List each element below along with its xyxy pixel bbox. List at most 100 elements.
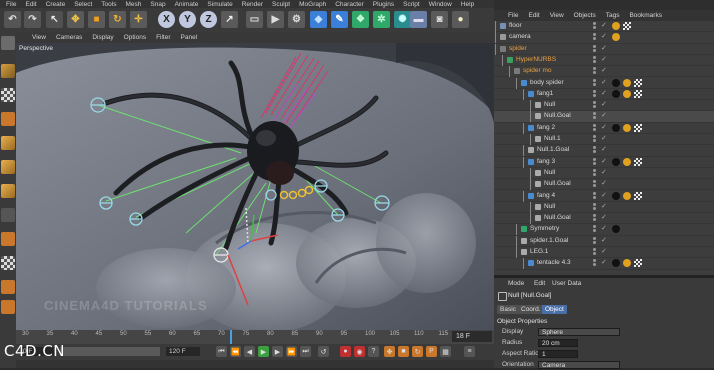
polygons-mode-icon[interactable] — [1, 184, 15, 198]
3d-viewport[interactable]: Perspective CINEMA4D TUTORIALS — [16, 43, 494, 330]
menu-tools[interactable]: Tools — [101, 1, 116, 8]
object-row[interactable]: Null ✓ — [494, 201, 714, 214]
object-row[interactable]: Null.Goal ✓ — [494, 213, 714, 225]
object-row[interactable]: fang 2 ✓ — [494, 122, 714, 134]
menu-render[interactable]: Render — [242, 1, 263, 8]
enable-check-icon[interactable]: ✓ — [601, 21, 607, 29]
object-row[interactable]: LEG.1 ✓ — [494, 247, 714, 259]
enable-check-icon[interactable]: ✓ — [601, 89, 607, 97]
attr-menu-mode[interactable]: Mode — [508, 280, 524, 287]
enable-check-icon[interactable]: ✓ — [601, 100, 607, 108]
radius-field[interactable]: 20 cm — [538, 339, 578, 347]
object-row[interactable]: spider mo ✓ — [494, 66, 714, 78]
phong-tag-icon[interactable] — [623, 191, 631, 200]
texture-tag-icon[interactable] — [634, 157, 642, 166]
nurbs-icon[interactable]: ❖ — [352, 11, 369, 28]
object-name[interactable]: floor — [509, 22, 522, 29]
lock-workplane-icon[interactable] — [1, 280, 15, 294]
viewport-menu-panel[interactable]: Panel — [181, 34, 198, 41]
enable-check-icon[interactable]: ✓ — [601, 44, 607, 52]
enable-check-icon[interactable]: ✓ — [601, 191, 607, 199]
texture-tag-icon[interactable] — [623, 22, 631, 30]
menu-character[interactable]: Character — [335, 1, 364, 8]
visibility-dots[interactable] — [593, 89, 598, 98]
recent-tool-icon[interactable]: ✛ — [130, 11, 147, 28]
planar-workplane-icon[interactable] — [1, 300, 15, 314]
make-editable-icon[interactable] — [1, 36, 15, 50]
object-row[interactable]: Null.1.Goal ✓ — [494, 145, 714, 157]
visibility-dots[interactable] — [593, 202, 598, 211]
display-select[interactable]: Sphere — [538, 328, 620, 336]
visibility-dots[interactable] — [593, 67, 598, 75]
visibility-dots[interactable] — [593, 168, 598, 177]
menu-help[interactable]: Help — [461, 1, 474, 8]
object-name[interactable]: camera — [509, 33, 531, 40]
z-axis-icon[interactable]: Z — [200, 11, 217, 28]
menu-edit[interactable]: Edit — [25, 1, 36, 8]
enable-check-icon[interactable]: ✓ — [601, 134, 607, 142]
visibility-dots[interactable] — [593, 248, 598, 256]
object-row[interactable]: camera ✓ — [494, 32, 714, 44]
object-name[interactable]: spider.1.Goal — [530, 237, 568, 244]
menu-select[interactable]: Select — [74, 1, 92, 8]
enable-check-icon[interactable]: ✓ — [601, 258, 607, 266]
render-view-icon[interactable]: ▶ — [267, 11, 284, 28]
enable-check-icon[interactable]: ✓ — [601, 179, 607, 187]
model-mode-icon[interactable] — [1, 64, 15, 78]
visibility-dots[interactable] — [593, 78, 598, 87]
phong-tag-icon[interactable] — [623, 78, 631, 87]
timeline-cursor[interactable] — [230, 330, 232, 344]
enable-check-icon[interactable]: ✓ — [601, 157, 607, 165]
visibility-dots[interactable] — [593, 236, 598, 245]
viewport-menu-filter[interactable]: Filter — [156, 34, 170, 41]
floor-icon[interactable]: ▬ — [410, 11, 427, 28]
record-scale-icon[interactable]: ■ — [398, 346, 409, 357]
object-name[interactable]: fang1 — [537, 90, 553, 97]
visibility-dots[interactable] — [593, 123, 598, 132]
menu-create[interactable]: Create — [46, 1, 66, 8]
enable-check-icon[interactable]: ✓ — [601, 145, 607, 153]
object-row[interactable]: Null.Goal ✓ — [494, 179, 714, 191]
object-menu-view[interactable]: View — [550, 12, 564, 19]
play-icon[interactable]: ▶ — [258, 346, 269, 357]
visibility-dots[interactable] — [593, 44, 598, 53]
object-name[interactable]: Null — [544, 203, 555, 210]
visibility-dots[interactable] — [593, 33, 598, 41]
texture-mode-icon[interactable] — [1, 88, 15, 102]
visibility-dots[interactable] — [593, 225, 598, 233]
record-pla-icon[interactable]: ▦ — [440, 346, 451, 357]
next-key-icon[interactable]: ⏩ — [286, 346, 297, 357]
visibility-dots[interactable] — [593, 55, 598, 64]
texture-tag-icon[interactable] — [634, 78, 642, 87]
prev-frame-icon[interactable]: ◀ — [244, 346, 255, 357]
goto-end-icon[interactable]: ⏭ — [300, 346, 311, 357]
object-name[interactable]: Null.Goal — [544, 180, 571, 187]
visibility-dots[interactable] — [593, 135, 598, 143]
texture-tag-icon[interactable] — [634, 259, 642, 268]
object-row[interactable]: Null ✓ — [494, 100, 714, 112]
ik-tag-icon[interactable] — [612, 225, 620, 234]
viewport-menu-options[interactable]: Options — [124, 34, 146, 41]
tab-object[interactable]: Object — [542, 305, 567, 314]
phong-tag-icon[interactable] — [623, 123, 631, 132]
menu-file[interactable]: File — [6, 1, 16, 8]
object-name[interactable]: Null.Goal — [544, 214, 571, 221]
object-name[interactable]: Null.1.Goal — [537, 146, 569, 153]
deformer-icon[interactable]: ✺ — [394, 11, 411, 28]
object-menu-bookmarks[interactable]: Bookmarks — [629, 12, 662, 19]
enable-check-icon[interactable]: ✓ — [601, 168, 607, 176]
menu-sculpt[interactable]: Sculpt — [272, 1, 290, 8]
ik-tag-icon[interactable] — [612, 123, 620, 132]
enable-check-icon[interactable]: ✓ — [601, 224, 607, 232]
object-row[interactable]: spider.1.Goal ✓ — [494, 235, 714, 247]
visibility-dots[interactable] — [593, 259, 598, 267]
viewport-menu-view[interactable]: View — [32, 34, 46, 41]
object-row[interactable]: Null.1 ✓ — [494, 134, 714, 146]
light-icon[interactable]: ● — [452, 11, 469, 28]
viewport-menu-cameras[interactable]: Cameras — [56, 34, 82, 41]
coordinate-system-icon[interactable]: ↗ — [221, 11, 238, 28]
object-name[interactable]: tentacle 4.3 — [537, 259, 571, 266]
tab-coord[interactable]: Coord. — [518, 305, 544, 314]
edges-mode-icon[interactable] — [1, 160, 15, 174]
texture-tag-icon[interactable] — [634, 191, 642, 200]
